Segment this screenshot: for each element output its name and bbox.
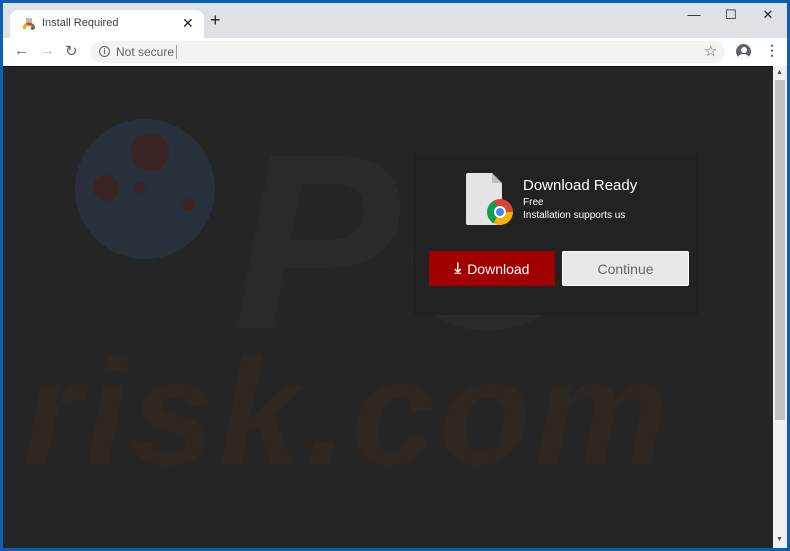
page-viewport: PC risk.com Download Ready Free Installa… — [3, 66, 773, 548]
tab-favicon-icon — [23, 18, 35, 30]
continue-button[interactable]: Continue — [562, 251, 689, 286]
dialog-title: Download Ready — [523, 177, 638, 194]
tab-install-required[interactable]: Install Required ✕ — [10, 10, 204, 39]
dialog-subtitle: Installation supports us — [523, 210, 626, 221]
tab-title: Install Required — [42, 17, 119, 29]
download-label: Download — [467, 260, 530, 277]
download-icon: ⤓ — [454, 260, 462, 277]
info-icon[interactable]: i — [99, 46, 110, 57]
chrome-logo-icon — [487, 199, 513, 225]
scrollbar-thumb[interactable] — [775, 80, 785, 420]
vertical-scrollbar[interactable]: ▲ ▼ — [773, 66, 787, 548]
minimize-button[interactable]: — — [679, 7, 709, 22]
browser-menu-icon[interactable]: ⋮ — [765, 42, 779, 59]
tab-strip: Install Required ✕ + — ☐ ✕ — [3, 3, 787, 39]
scroll-down-icon[interactable]: ▼ — [776, 536, 783, 543]
watermark-dot — [131, 133, 169, 171]
reload-button[interactable]: ↻ — [65, 42, 78, 60]
profile-avatar-icon[interactable] — [736, 44, 751, 59]
address-bar[interactable]: i Not secure ☆ — [90, 41, 725, 63]
file-fold-icon — [492, 173, 502, 183]
scroll-up-icon[interactable]: ▲ — [776, 69, 783, 76]
new-tab-button[interactable]: + — [210, 11, 221, 29]
watermark-dot — [93, 175, 119, 201]
forward-button[interactable]: → — [40, 42, 55, 59]
watermark-dot — [183, 199, 195, 211]
download-button[interactable]: ⤓ Download — [429, 251, 555, 286]
maximize-button[interactable]: ☐ — [716, 7, 746, 23]
watermark-dot — [133, 181, 145, 193]
bookmark-star-icon[interactable]: ☆ — [704, 42, 717, 60]
security-label: Not secure — [116, 45, 175, 59]
dialog-free: Free — [523, 197, 544, 208]
watermark-risk: risk.com — [23, 328, 672, 496]
close-window-button[interactable]: ✕ — [753, 7, 783, 23]
back-button[interactable]: ← — [14, 42, 29, 59]
browser-window: Install Required ✕ + — ☐ ✕ ← → ↻ i Not s… — [3, 3, 787, 548]
download-dialog: Download Ready Free Installation support… — [413, 153, 699, 315]
tab-close-icon[interactable]: ✕ — [182, 15, 194, 32]
omnibox-divider — [176, 45, 177, 59]
browser-toolbar: ← → ↻ i Not secure ☆ ⋮ — [3, 38, 787, 66]
